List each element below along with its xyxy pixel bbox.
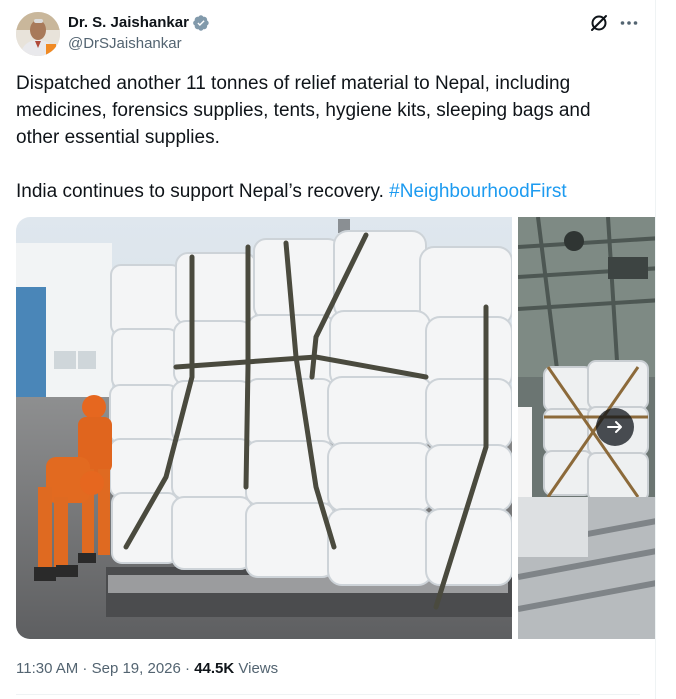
tweet-line: India continues to support Nepal’s recov… (16, 178, 640, 205)
views-label[interactable]: Views (234, 660, 278, 677)
media-carousel (16, 217, 655, 639)
tweet-time[interactable]: 11:30 AM (16, 660, 78, 677)
tweet-line: Dispatched another 11 tonnes of relief m… (16, 73, 571, 94)
meta-separator: · (78, 660, 92, 677)
verified-badge-icon[interactable] (192, 14, 210, 32)
tweet-header: Dr. S. Jaishankar @DrSJaishankar (16, 10, 640, 58)
more-horizontal-icon[interactable] (618, 12, 640, 34)
grok-icon[interactable] (588, 12, 610, 34)
tweet-line: other essential supplies. (16, 127, 220, 148)
divider (16, 694, 640, 695)
tweet-text: Dispatched another 11 tonnes of relief m… (16, 70, 640, 205)
tweet-meta: 11:30 AM · Sep 19, 2026 · 44.5K Views (16, 659, 278, 679)
tweet-line: medicines, forensics supplies, tents, hy… (16, 100, 591, 121)
author-display-name[interactable]: Dr. S. Jaishankar (68, 13, 189, 33)
photo-aircraft-cargo[interactable] (518, 217, 655, 639)
tweet-line-text: India continues to support Nepal’s recov… (16, 181, 390, 202)
avatar[interactable] (16, 12, 60, 56)
author-handle[interactable]: @DrSJaishankar (68, 34, 210, 54)
tweet-date[interactable]: Sep 19, 2026 (92, 660, 181, 677)
photo-relief-cargo[interactable] (16, 217, 512, 639)
arrow-right-icon[interactable] (596, 408, 634, 446)
views-count[interactable]: 44.5K (194, 660, 234, 677)
hashtag-link[interactable]: #NeighbourhoodFirst (389, 181, 566, 202)
column-divider (655, 0, 656, 699)
meta-separator: · (180, 660, 195, 677)
